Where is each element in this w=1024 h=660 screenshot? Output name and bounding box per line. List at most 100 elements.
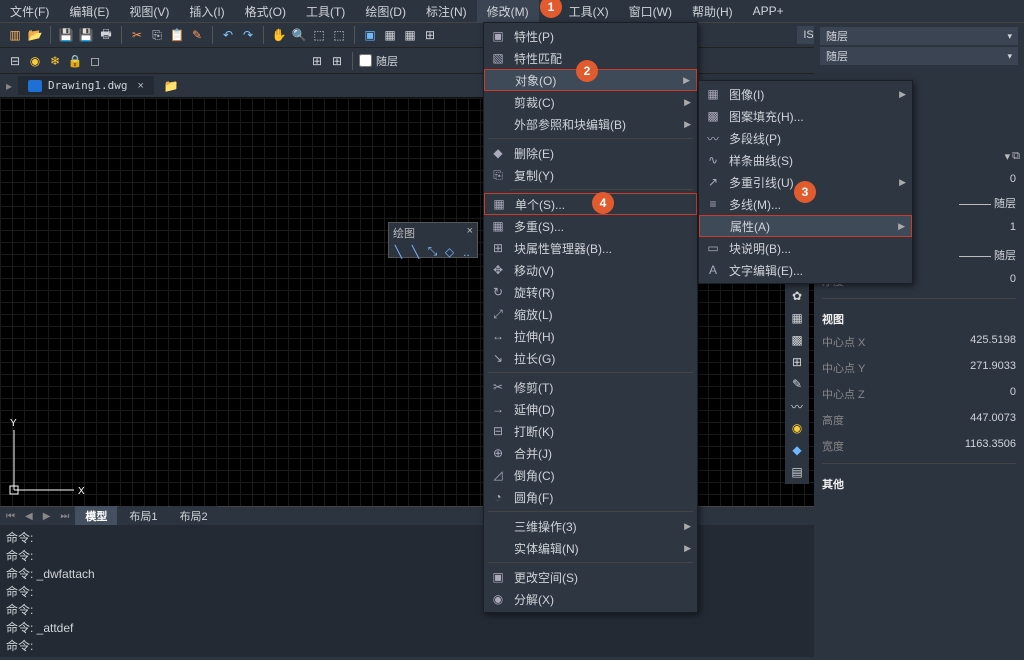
menu-item[interactable]: 工具(X) <box>559 0 619 23</box>
menu-item[interactable]: A文字编辑(E)... <box>699 259 912 281</box>
menu-item[interactable]: ◆删除(E) <box>484 142 697 164</box>
tool-icon[interactable]: ▦ <box>788 309 806 327</box>
menu-item[interactable]: ▦单个(S)... <box>484 193 697 215</box>
freeze-icon[interactable]: ❄ <box>46 52 64 70</box>
paste-icon[interactable]: 📋 <box>168 26 186 44</box>
tool-icon[interactable]: ▩ <box>788 331 806 349</box>
prop-val[interactable]: 0 <box>1010 386 1016 402</box>
menu-item[interactable]: ◿倒角(C) <box>484 464 697 486</box>
menu-item[interactable]: 三维操作(3)▶ <box>484 515 697 537</box>
zoomwin-icon[interactable]: ⬚ <box>310 26 328 44</box>
layer2-icon[interactable]: ⊞ <box>308 52 326 70</box>
menu-item[interactable]: 工具(T) <box>296 0 355 23</box>
menu-item[interactable]: ↔拉伸(H) <box>484 325 697 347</box>
layout-tab[interactable]: 布局1 <box>119 506 167 526</box>
menu-item[interactable]: ⊕合并(J) <box>484 442 697 464</box>
menu-item[interactable]: 〰多段线(P) <box>699 127 912 149</box>
draw-palette[interactable]: 绘图× ╲ ╲ ⤡ ◇ .. <box>388 222 478 258</box>
undo-icon[interactable]: ↶ <box>219 26 237 44</box>
more-icon[interactable]: .. <box>460 245 473 258</box>
menu-item[interactable]: ⤢缩放(L) <box>484 303 697 325</box>
menu-item[interactable]: ▣更改空间(S) <box>484 566 697 588</box>
tool-icon[interactable]: ⊞ <box>788 353 806 371</box>
xline-icon[interactable]: ╲ <box>409 245 422 258</box>
menu-item[interactable]: ✥移动(V) <box>484 259 697 281</box>
matchprop-icon[interactable]: ✎ <box>188 26 206 44</box>
menu-item[interactable]: 标注(N) <box>416 0 477 23</box>
menu-item[interactable]: 绘图(D) <box>355 0 416 23</box>
tab-first-icon[interactable]: ⏮ <box>2 511 19 522</box>
layout-tab[interactable]: 布局2 <box>170 506 218 526</box>
palette-close-icon[interactable]: × <box>467 225 473 241</box>
prop-lw[interactable]: 随层 <box>959 247 1016 263</box>
menu-item[interactable]: ⊟打断(K) <box>484 420 697 442</box>
menu-item[interactable]: 插入(I) <box>179 0 234 23</box>
layer-icon[interactable]: ⊟ <box>6 52 24 70</box>
tab-prev-icon[interactable]: ◀ <box>21 511 37 522</box>
modify-menu[interactable]: ▣特性(P)▧特性匹配对象(O)▶剪裁(C)▶外部参照和块编辑(B)▶◆删除(E… <box>483 22 698 613</box>
menu-item[interactable]: APP+ <box>743 1 794 21</box>
prop-linetype[interactable]: 随层 <box>959 195 1016 211</box>
new-icon[interactable]: ▥ <box>6 26 24 44</box>
save-icon[interactable]: 💾 <box>57 26 75 44</box>
block-icon[interactable]: ⊞ <box>421 26 439 44</box>
menu-item[interactable]: 修改(M) <box>477 0 539 23</box>
folder-icon[interactable]: 📁 <box>162 77 180 95</box>
menu-item[interactable]: 格式(O) <box>235 0 296 23</box>
doc-arrow[interactable]: ▸ <box>6 79 12 93</box>
tab-last-icon[interactable]: ⏭ <box>56 511 73 522</box>
menu-item[interactable]: 属性(A)▶ <box>699 215 912 237</box>
line-icon[interactable]: ╲ <box>392 245 405 258</box>
tool-icon[interactable]: ▤ <box>788 463 806 481</box>
bylayer-checkbox[interactable]: 随层 <box>359 53 398 69</box>
menu-item[interactable]: 窗口(W) <box>619 0 682 23</box>
tool-icon[interactable]: ◆ <box>788 441 806 459</box>
menu-item[interactable]: ✂修剪(T) <box>484 376 697 398</box>
prop-val[interactable]: 425.5198 <box>970 334 1016 350</box>
menu-item[interactable]: ∿样条曲线(S) <box>699 149 912 171</box>
pan-icon[interactable]: ✋ <box>270 26 288 44</box>
menu-item[interactable]: ▦多重(S)... <box>484 215 697 237</box>
menu-item[interactable]: ▭块说明(B)... <box>699 237 912 259</box>
menu-item[interactable]: →延伸(D) <box>484 398 697 420</box>
zoom-icon[interactable]: 🔍 <box>290 26 308 44</box>
menu-item[interactable]: ◔圆角(F) <box>484 486 697 508</box>
layout-tab[interactable]: 模型 <box>75 506 117 526</box>
menu-item[interactable]: 文件(F) <box>0 0 59 23</box>
menu-item[interactable]: ⊞块属性管理器(B)... <box>484 237 697 259</box>
menu-item[interactable]: ⎘复制(Y) <box>484 164 697 186</box>
cut-icon[interactable]: ✂ <box>128 26 146 44</box>
menu-item[interactable]: 实体编辑(N)▶ <box>484 537 697 559</box>
prop-val[interactable]: 1 <box>1010 221 1016 237</box>
color-icon[interactable]: ◻ <box>86 52 104 70</box>
copy-icon[interactable]: ⎘ <box>148 26 166 44</box>
menu-item[interactable]: 编辑(E) <box>59 0 119 23</box>
layer3-icon[interactable]: ⊞ <box>328 52 346 70</box>
menu-item[interactable]: ▣特性(P) <box>484 25 697 47</box>
menu-item[interactable]: 外部参照和块编辑(B)▶ <box>484 113 697 135</box>
lock-icon[interactable]: 🔒 <box>66 52 84 70</box>
menu-item[interactable]: ▦图像(I)▶ <box>699 83 912 105</box>
pline-icon[interactable]: ⤡ <box>426 245 439 258</box>
prop-val[interactable]: 447.0073 <box>970 412 1016 428</box>
prop-val[interactable]: 1163.3506 <box>965 438 1016 454</box>
calc-icon[interactable]: ▦ <box>381 26 399 44</box>
menu-item[interactable]: 剪裁(C)▶ <box>484 91 697 113</box>
prop-icon[interactable]: ▣ <box>361 26 379 44</box>
document-tab[interactable]: Drawing1.dwg × <box>18 76 154 95</box>
menu-item[interactable]: ◉分解(X) <box>484 588 697 610</box>
open-icon[interactable]: 📂 <box>26 26 44 44</box>
menu-item[interactable]: 视图(V) <box>119 0 179 23</box>
tool-icon[interactable]: 〰 <box>788 397 806 415</box>
zoomext-icon[interactable]: ⬚ <box>330 26 348 44</box>
prop-val[interactable]: 271.9033 <box>970 360 1016 376</box>
menubar[interactable]: 文件(F)编辑(E)视图(V)插入(I)格式(O)工具(T)绘图(D)标注(N)… <box>0 0 1024 22</box>
print-icon[interactable]: 🖶 <box>97 26 115 44</box>
close-icon[interactable]: × <box>138 80 144 92</box>
menu-item[interactable]: 帮助(H) <box>682 0 743 23</box>
menu-item[interactable]: ▩图案填充(H)... <box>699 105 912 127</box>
tool-icon[interactable]: ◉ <box>788 419 806 437</box>
layer-combo[interactable]: 随层 <box>820 47 1018 65</box>
redo-icon[interactable]: ↷ <box>239 26 257 44</box>
color-combo[interactable]: 随层 <box>820 27 1018 45</box>
